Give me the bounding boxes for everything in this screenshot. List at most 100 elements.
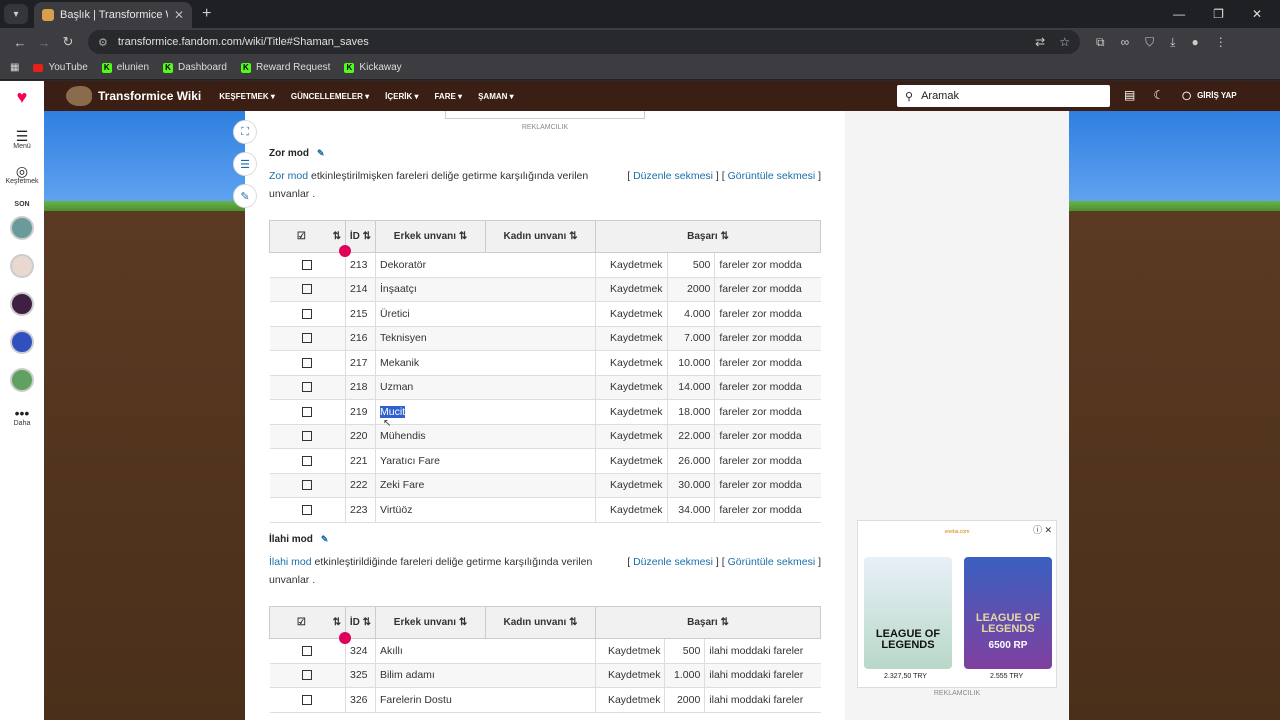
bookmark-elunien[interactable]: Kelunien [101,62,149,73]
checkbox-icon[interactable] [302,670,313,681]
wiki-name[interactable]: Transformice Wiki [98,89,201,103]
hard-mode-link[interactable]: Zor mod [269,170,308,182]
row-checkbox[interactable] [269,399,346,425]
forward-icon[interactable]: → [32,35,56,50]
bookmark-reward-request[interactable]: K Reward Request [240,62,330,73]
ad-label: REKLAMCILIK [521,124,569,131]
expand-icon[interactable]: ⛶ [233,120,257,144]
female-title-header[interactable]: Kadın unvanı ⇅ [485,220,596,253]
checkbox-icon[interactable] [302,284,313,295]
male-title-header[interactable]: Erkek unvanı ⇅ [375,220,486,253]
profile-icon[interactable]: ● [1191,35,1198,50]
recent-wiki-avatar[interactable] [10,292,34,316]
search-input[interactable]: ⚲ Aramak [897,85,1110,107]
table-row: 223 Virtüöz Kaydetmek 34.000 fareler zor mod… [269,497,821,523]
checkbox-icon[interactable] [302,333,313,344]
row-count: 1.000 [664,663,706,688]
site-info-icon[interactable]: ⚙ [98,36,108,49]
favicon-icon [42,9,54,21]
row-checkbox[interactable] [269,277,346,302]
row-checkbox[interactable] [269,497,346,523]
tab-search-icon[interactable]: ▾ [4,4,28,24]
wiki-logo-icon[interactable] [66,86,92,106]
bookmark-kickaway[interactable]: K Kickaway [344,62,402,73]
ad-price-1: 2.327,50 TRY [884,673,927,680]
checkbox-icon[interactable] [302,357,313,368]
achievement-header[interactable]: Başarı ⇅ [595,220,821,253]
row-checkbox[interactable] [269,663,346,688]
row-id: 222 [345,473,376,498]
checkbox-icon[interactable] [302,504,313,515]
male-title-header[interactable]: Erkek unvanı ⇅ [375,606,486,639]
row-checkbox[interactable] [269,473,346,498]
more-menu-icon[interactable]: ⋮ [1215,35,1227,50]
reload-icon[interactable]: ↻ [56,34,80,50]
checkbox-icon[interactable] [302,694,313,705]
checkbox-icon[interactable] [302,645,313,656]
sidebar-explore[interactable]: ◎ Keşfetmek [5,164,38,185]
recent-wiki-avatar[interactable] [10,216,34,240]
row-checkbox[interactable] [269,375,346,400]
browser-tab[interactable]: Başlık | Transformice Wiki | Fan ✕ [34,2,192,28]
divine-mode-link[interactable]: İlahi mod [269,556,312,568]
nav-menu-updates[interactable]: GÜNCELLEMELER ▾ [291,92,369,101]
row-checkbox[interactable] [269,638,346,664]
bookmark-star-icon[interactable]: ☆ [1059,35,1070,49]
new-tab-icon[interactable]: + [202,5,211,23]
checkbox-icon[interactable] [302,431,313,442]
nav-menu-explore[interactable]: KEŞFETMEK ▾ [219,92,275,101]
female-title-header[interactable]: Kadın unvanı ⇅ [485,606,596,639]
checkbox-icon[interactable] [302,308,313,319]
right-ad[interactable]: ⓘ ✕ eneba.com LEAGUE OF LEGENDS LEAGUE O… [857,520,1057,688]
edit-section-icon[interactable]: ✎ [317,148,325,159]
login-button[interactable]: ◯ GİRİŞ YAP [1182,91,1237,100]
toc-icon[interactable]: ☰ [233,152,257,176]
discussions-icon[interactable]: ▤ [1124,88,1135,102]
back-icon[interactable]: ← [8,35,32,50]
nav-menu-shaman[interactable]: ŞAMAN ▾ [478,92,514,101]
checkbox-icon[interactable] [302,259,313,270]
recent-wiki-avatar[interactable] [10,368,34,392]
ad-card-1[interactable]: LEAGUE OF LEGENDS [864,557,952,669]
url-field[interactable]: ⚙ transformice.fandom.com/wiki/Title#Sha… [88,30,1080,54]
fandom-logo-icon[interactable]: ♥ [13,87,31,107]
sidebar-menu[interactable]: ☰ Menü [13,129,31,150]
close-tab-icon[interactable]: ✕ [174,8,184,22]
checkbox-icon[interactable] [302,406,313,417]
recent-wiki-avatar[interactable] [10,254,34,278]
close-window-icon[interactable]: ✕ [1252,7,1262,21]
dark-mode-icon[interactable]: ☾ [1153,88,1164,102]
recent-wiki-avatar[interactable] [10,330,34,354]
row-checkbox[interactable] [269,687,346,713]
achievement-header[interactable]: Başarı ⇅ [595,606,821,639]
checkbox-icon[interactable] [302,480,313,491]
select-all-column[interactable]: ☑ ⇅ [269,606,346,639]
edit-section-icon[interactable]: ✎ [321,534,329,545]
shield-icon[interactable]: ⛉ [1145,35,1154,50]
bookmark-dashboard[interactable]: K Dashboard [163,62,227,73]
link-icon[interactable]: ∞ [1121,35,1130,50]
row-checkbox[interactable] [269,301,346,327]
extensions-icon[interactable]: ⧉ [1096,35,1105,50]
restore-icon[interactable]: ❐ [1213,7,1224,21]
edit-icon[interactable]: ✎ [233,184,257,208]
row-checkbox[interactable] [269,448,346,474]
row-checkbox[interactable] [269,252,346,278]
checkbox-icon[interactable] [302,382,313,393]
nav-menu-content[interactable]: İÇERİK ▾ [385,92,418,101]
row-checkbox[interactable] [269,424,346,449]
apps-icon[interactable]: ▦ [10,62,19,73]
checkbox-icon[interactable] [302,455,313,466]
select-all-column[interactable]: ☑ ⇅ [269,220,346,253]
translate-icon[interactable]: ⇄ [1035,35,1045,49]
row-desc: fareler zor modda [714,448,821,474]
download-icon[interactable]: ⤓ [1170,35,1175,50]
row-checkbox[interactable] [269,350,346,376]
nav-menu-mouse[interactable]: FARE ▾ [434,92,462,101]
minimize-icon[interactable]: — [1173,7,1185,21]
ad-card-2[interactable]: LEAGUE OF LEGENDS 6500 RP [964,557,1052,669]
row-checkbox[interactable] [269,326,346,351]
hard-mode-table: ☑ ⇅ İD ⇅ Erkek unvanı ⇅ Kadın unvanı ⇅ B… [269,220,821,523]
bookmark-youtube[interactable]: YouTube [33,62,88,73]
sidebar-more[interactable]: ••• Daha [14,406,31,427]
